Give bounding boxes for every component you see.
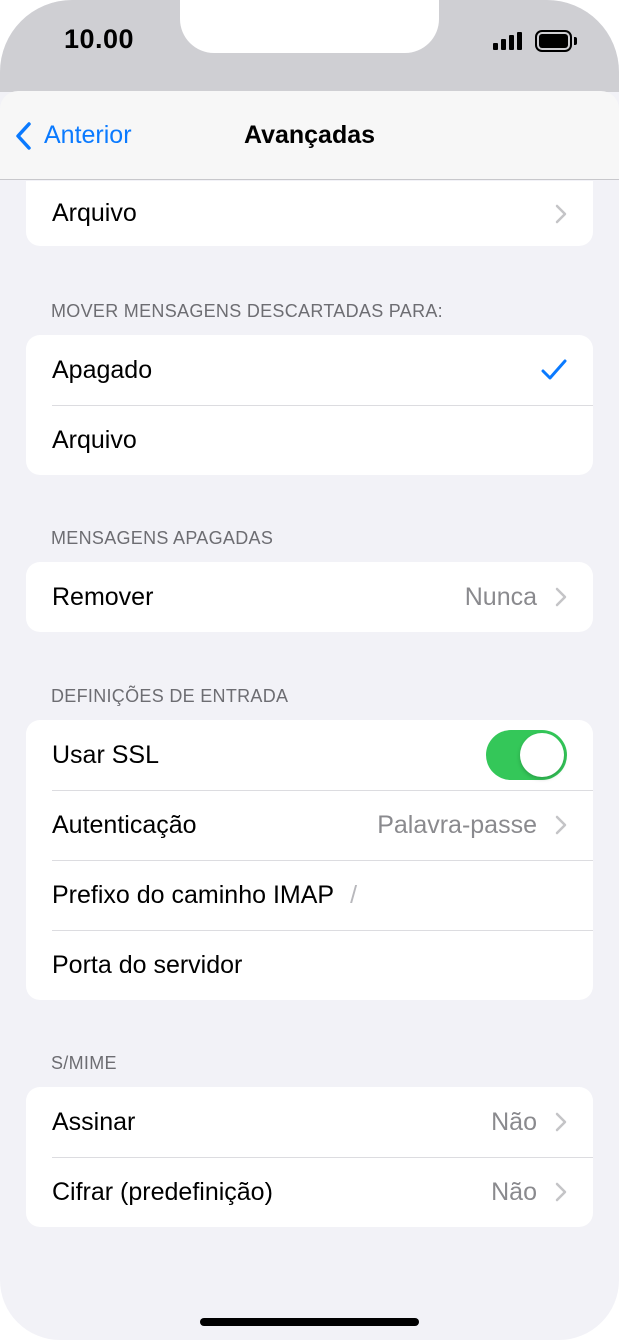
notch: [180, 0, 439, 53]
remove-label: Remover: [52, 582, 154, 611]
server-port-row[interactable]: Porta do servidor: [26, 930, 593, 1000]
deleted-messages-card: Remover Nunca: [26, 562, 593, 632]
imap-prefix-row[interactable]: Prefixo do caminho IMAP /: [26, 860, 593, 930]
authentication-label: Autenticação: [52, 810, 197, 839]
imap-prefix-field[interactable]: /: [350, 881, 357, 910]
settings-list: Arquivo MOVER MENSAGENS DESCARTADAS PARA…: [0, 181, 619, 1340]
authentication-value: Palavra-passe: [377, 810, 537, 839]
ssl-row: Usar SSL: [26, 720, 593, 790]
option-archive[interactable]: Arquivo: [26, 405, 593, 475]
move-messages-card: Apagado Arquivo: [26, 335, 593, 475]
chevron-right-icon: [555, 1182, 567, 1202]
archive-mailbox-label: Arquivo: [52, 199, 137, 227]
sign-label: Assinar: [52, 1107, 136, 1136]
page-title: Avançadas: [243, 121, 376, 149]
smime-section-header: S/MIME: [51, 1053, 117, 1073]
chevron-right-icon: [555, 1112, 567, 1132]
chevron-right-icon: [555, 587, 567, 607]
archive-mailbox-card: Arquivo: [26, 181, 593, 246]
navigation-bar: Anterior Avançadas: [0, 91, 619, 180]
encrypt-label: Cifrar (predefinição): [52, 1177, 273, 1206]
archive-mailbox-row[interactable]: Arquivo: [26, 181, 593, 246]
smime-card: Assinar Não Cifrar (predefinição) Não: [26, 1087, 593, 1227]
option-deleted-label: Apagado: [52, 355, 153, 384]
chevron-right-icon: [555, 204, 567, 223]
encrypt-value: Não: [491, 1177, 537, 1206]
toggle-knob: [520, 733, 564, 777]
status-time: 10.00: [64, 24, 135, 54]
encrypt-row[interactable]: Cifrar (predefinição) Não: [26, 1157, 593, 1227]
battery-tip: [574, 37, 577, 45]
ssl-label: Usar SSL: [52, 740, 159, 769]
ssl-toggle[interactable]: [486, 730, 567, 780]
incoming-settings-card: Usar SSL Autenticação Palavra-passe Pref…: [26, 720, 593, 1000]
signal-icon: [493, 32, 523, 50]
server-port-label: Porta do servidor: [52, 950, 243, 979]
option-deleted[interactable]: Apagado: [26, 335, 593, 405]
deleted-section-header: MENSAGENS APAGADAS: [51, 528, 274, 548]
imap-prefix-label: Prefixo do caminho IMAP: [52, 880, 335, 909]
remove-value: Nunca: [464, 582, 537, 611]
chevron-right-icon: [555, 815, 567, 835]
sign-value: Não: [491, 1107, 537, 1136]
home-indicator[interactable]: [200, 1318, 419, 1326]
incoming-section-header: DEFINIÇÕES DE ENTRADA: [51, 686, 289, 706]
battery-icon: [535, 30, 572, 52]
status-bar: 10.00: [0, 0, 619, 92]
remove-row[interactable]: Remover Nunca: [26, 562, 593, 632]
checkmark-icon: [541, 359, 567, 380]
sign-row[interactable]: Assinar Não: [26, 1087, 593, 1157]
move-section-header: MOVER MENSAGENS DESCARTADAS PARA:: [51, 301, 443, 321]
phone-screen: 10.00 Anterior Avançadas Arquivo MOVER M…: [0, 0, 619, 1340]
option-archive-label: Arquivo: [52, 425, 137, 454]
authentication-row[interactable]: Autenticação Palavra-passe: [26, 790, 593, 860]
